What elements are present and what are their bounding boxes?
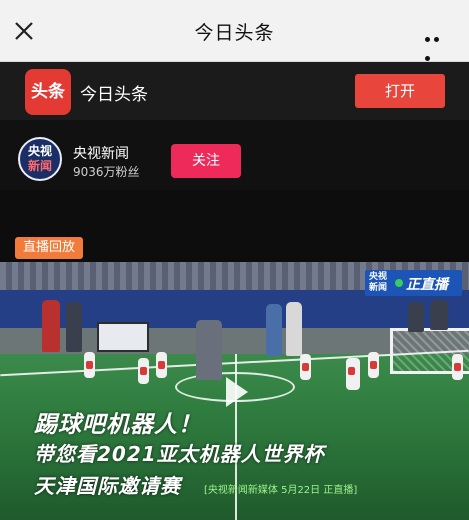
more-icon[interactable] [425,27,451,61]
spectator [286,302,302,356]
spectator [408,302,424,332]
account-name[interactable]: 央视新闻 [73,143,129,163]
top-nav-bar: 今日头条 [0,0,469,62]
spectator [42,300,60,352]
robot-player [452,354,463,380]
avatar[interactable]: 央视 新闻 [18,137,62,181]
live-dot-icon [395,279,403,287]
robot-player [84,352,95,378]
follow-button[interactable]: 关注 [171,144,241,178]
video-caption-line2: 带您看2021亚太机器人世界杯 [34,442,325,466]
video-tagline: [央视新闻新媒体 5月22日 正直播] [204,485,358,496]
page-title: 今日头条 [194,22,275,44]
spectator [66,302,82,352]
live-logo: 央视 新闻 正直播 [365,270,462,296]
play-icon[interactable] [226,377,248,407]
video-caption-line3: 天津国际邀请赛 [34,474,181,498]
video-player[interactable]: 央视 新闻 正直播 踢球吧机器人！ 带您看2021亚太机器人世界杯 天津国际邀请… [0,262,469,520]
follower-count: 9036万粉丝 [73,165,140,179]
robot-player [156,352,167,378]
open-app-button[interactable]: 打开 [355,74,445,108]
app-name: 今日头条 [80,85,148,105]
account-row: 央视 新闻 央视新闻 9036万粉丝 关注 [0,120,469,190]
referee [196,320,222,380]
avatar-line1: 央视 [27,144,52,158]
video-caption-headline: 踢球吧机器人！ [34,412,202,438]
avatar-line2: 新闻 [27,159,52,173]
spectator [266,304,282,356]
robot-player [368,352,379,378]
live-logo-line1: 央视 [369,272,388,282]
app-promo-bar: 头条 今日头条 打开 [0,62,469,120]
live-logo-line2: 新闻 [369,283,388,293]
app-logo: 头条 [25,69,71,115]
live-replay-badge: 直播回放 [15,237,84,259]
robot-player [138,358,149,384]
robot-player [346,358,360,390]
spectator [430,300,448,330]
robot-player [300,354,311,380]
display-screen [97,322,149,352]
live-logo-text: 正直播 [406,277,448,293]
